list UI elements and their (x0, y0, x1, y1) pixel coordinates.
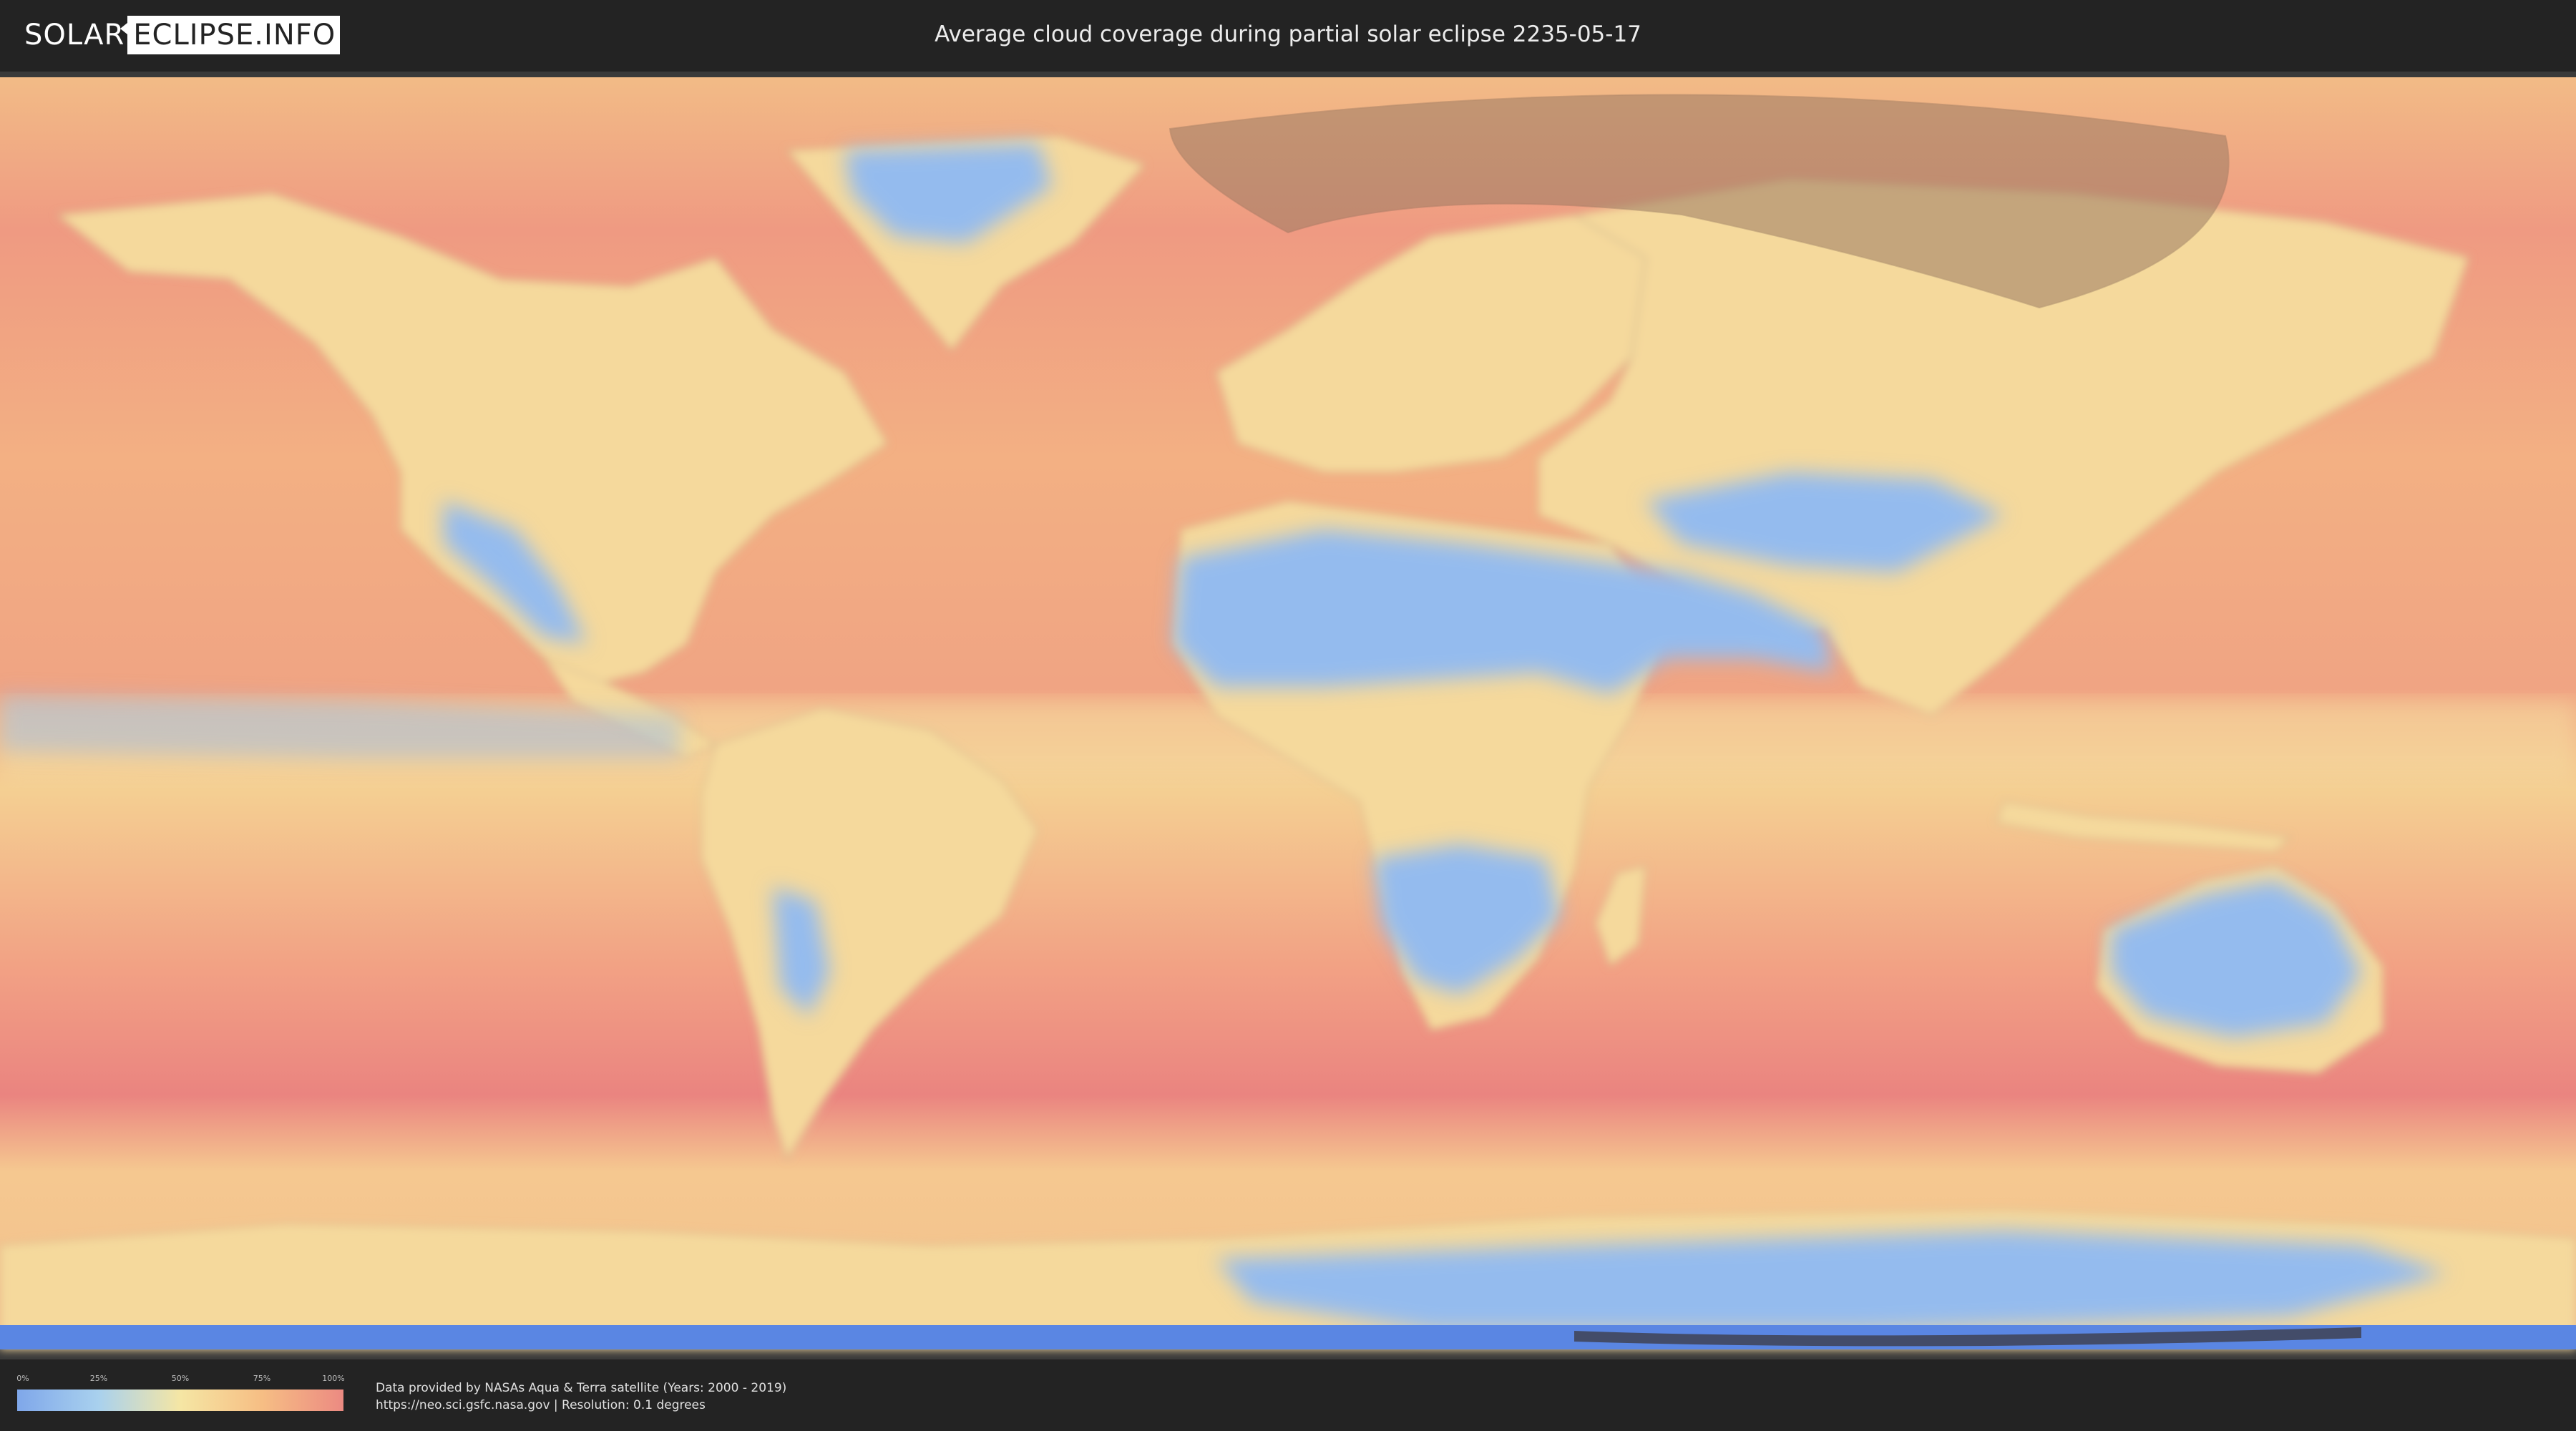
legend-tick-0: 0% (16, 1374, 29, 1383)
logo-text-solar: SOLAR (24, 19, 125, 52)
legend-tick-50: 50% (171, 1374, 190, 1383)
legend-ticks: 0% 25% 50% 75% 100% (16, 1374, 345, 1385)
footer-bar: 0% 25% 50% 75% 100% Data provided by NAS… (0, 1359, 2576, 1431)
site-logo[interactable]: SOLAR ECLIPSE.INFO (24, 16, 341, 54)
data-credits: Data provided by NASAs Aqua & Terra sate… (376, 1379, 786, 1414)
page-title: Average cloud coverage during partial so… (935, 21, 1641, 47)
legend-tick-25: 25% (89, 1374, 108, 1383)
logo-text-eclipse-info: ECLIPSE.INFO (120, 16, 341, 54)
legend-tick-100: 100% (322, 1374, 345, 1383)
header-bar: SOLAR ECLIPSE.INFO Average cloud coverag… (0, 0, 2576, 72)
legend-tick-75: 75% (253, 1374, 271, 1383)
credit-line-source: Data provided by NASAs Aqua & Terra sate… (376, 1381, 787, 1395)
cloud-coverage-legend: 0% 25% 50% 75% 100% (16, 1374, 345, 1417)
credit-line-url: https://neo.sci.gsfc.nasa.gov | Resoluti… (376, 1398, 706, 1412)
legend-color-bar (17, 1390, 343, 1411)
cloud-coverage-map (0, 72, 2576, 1359)
